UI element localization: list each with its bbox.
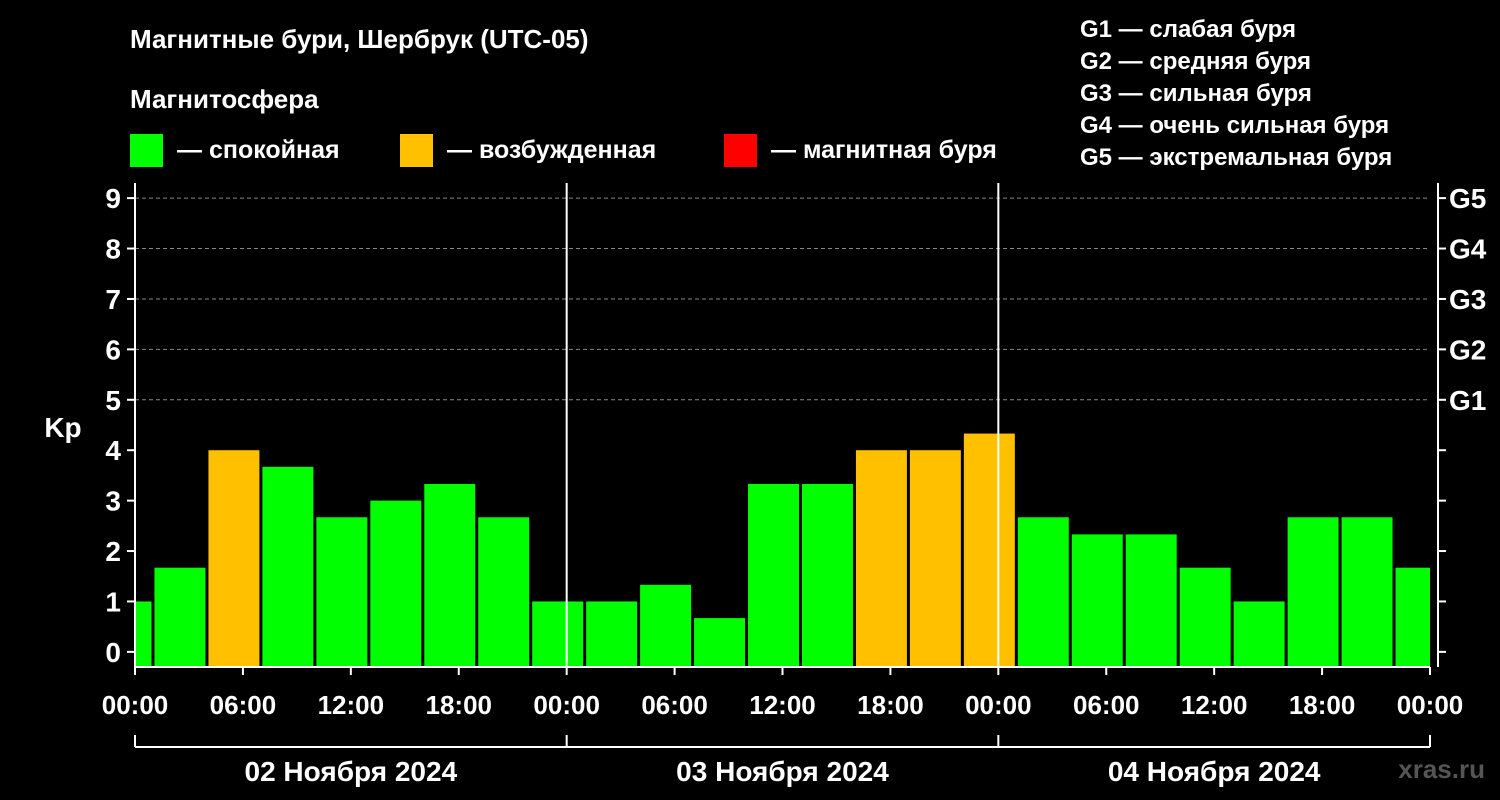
legend-swatch-0 (130, 134, 163, 167)
bar-7 (478, 517, 530, 667)
y-tick-label-6: 6 (105, 334, 121, 365)
y-tick-label-3: 3 (105, 486, 121, 517)
date-label-2: 04 Ноября 2024 (1108, 756, 1321, 787)
x-tick-label-10: 12:00 (1181, 690, 1248, 720)
bar-18 (1071, 534, 1123, 667)
bar-24 (1395, 567, 1430, 667)
bar-6 (424, 483, 476, 667)
watermark: xras.ru (1398, 754, 1485, 784)
bar-9 (586, 601, 638, 667)
x-tick-label-9: 06:00 (1073, 690, 1140, 720)
storm-level-label-G5: G5 (1449, 183, 1486, 214)
storm-legend-item-1: G2 — средняя буря (1080, 48, 1311, 75)
bar-4 (316, 517, 368, 667)
bar-13 (801, 483, 853, 667)
x-tick-label-0: 00:00 (102, 690, 169, 720)
bar-10 (640, 584, 692, 667)
magnetosphere-legend: — спокойная — возбужденная — магнитная бур… (130, 134, 997, 167)
bar-19 (1125, 534, 1177, 667)
chart-title: Магнитные бури, Шербрук (UTC-05) (130, 24, 589, 54)
y-tick-label-7: 7 (105, 284, 121, 315)
bar-15 (909, 450, 961, 667)
date-label-0: 02 Ноября 2024 (245, 756, 458, 787)
bar-17 (1017, 517, 1069, 667)
bar-14 (855, 450, 907, 667)
x-tick-label-7: 18:00 (857, 690, 924, 720)
x-tick-label-1: 06:00 (210, 690, 277, 720)
bar-20 (1179, 567, 1231, 667)
y-tick-label-0: 0 (105, 637, 121, 668)
bar-21 (1233, 601, 1285, 667)
legend-heading: Магнитосфера (130, 84, 319, 114)
y-tick-label-2: 2 (105, 536, 121, 567)
bar-3 (262, 466, 314, 667)
bar-8 (532, 601, 584, 667)
bar-5 (370, 500, 422, 667)
legend-label-1: — возбужденная (447, 136, 656, 164)
x-tick-label-8: 00:00 (965, 690, 1032, 720)
y-tick-label-8: 8 (105, 234, 121, 265)
y-tick-label-4: 4 (105, 435, 121, 466)
bar-22 (1287, 517, 1339, 667)
bar-2 (208, 450, 260, 667)
legend-swatch-1 (400, 134, 433, 167)
storm-legend-item-0: G1 — слабая буря (1080, 16, 1296, 43)
storm-legend-item-2: G3 — сильная буря (1080, 80, 1312, 107)
y-tick-label-1: 1 (105, 586, 121, 617)
legend-label-2: — магнитная буря (771, 136, 997, 164)
x-tick-label-11: 18:00 (1289, 690, 1356, 720)
x-tick-label-4: 00:00 (533, 690, 600, 720)
legend-swatch-2 (724, 134, 757, 167)
storm-legend-item-4: G5 — экстремальная буря (1080, 144, 1392, 171)
x-tick-label-2: 12:00 (318, 690, 385, 720)
x-tick-label-6: 12:00 (749, 690, 816, 720)
y-tick-label-9: 9 (105, 183, 121, 214)
storm-level-label-G1: G1 (1449, 385, 1486, 416)
bar-1 (154, 567, 206, 667)
bar-11 (694, 618, 746, 667)
x-tick-label-12: 00:00 (1397, 690, 1464, 720)
bar-0 (135, 601, 152, 667)
y-tick-label-5: 5 (105, 385, 121, 416)
date-label-1: 03 Ноября 2024 (676, 756, 889, 787)
bar-23 (1341, 517, 1393, 667)
x-tick-label-5: 06:00 (641, 690, 708, 720)
storm-level-label-G2: G2 (1449, 334, 1486, 365)
x-tick-label-3: 18:00 (426, 690, 493, 720)
legend-label-0: — спокойная (177, 136, 340, 164)
bar-12 (748, 483, 799, 667)
bar-16 (963, 433, 1015, 667)
storm-level-label-G4: G4 (1449, 234, 1487, 265)
storm-legend-item-3: G4 — очень сильная буря (1080, 112, 1389, 139)
storm-level-label-G3: G3 (1449, 284, 1486, 315)
kp-chart: Магнитные бури, Шербрук (UTC-05) Магнито… (0, 0, 1500, 800)
y-axis-label: Kp (44, 412, 81, 443)
